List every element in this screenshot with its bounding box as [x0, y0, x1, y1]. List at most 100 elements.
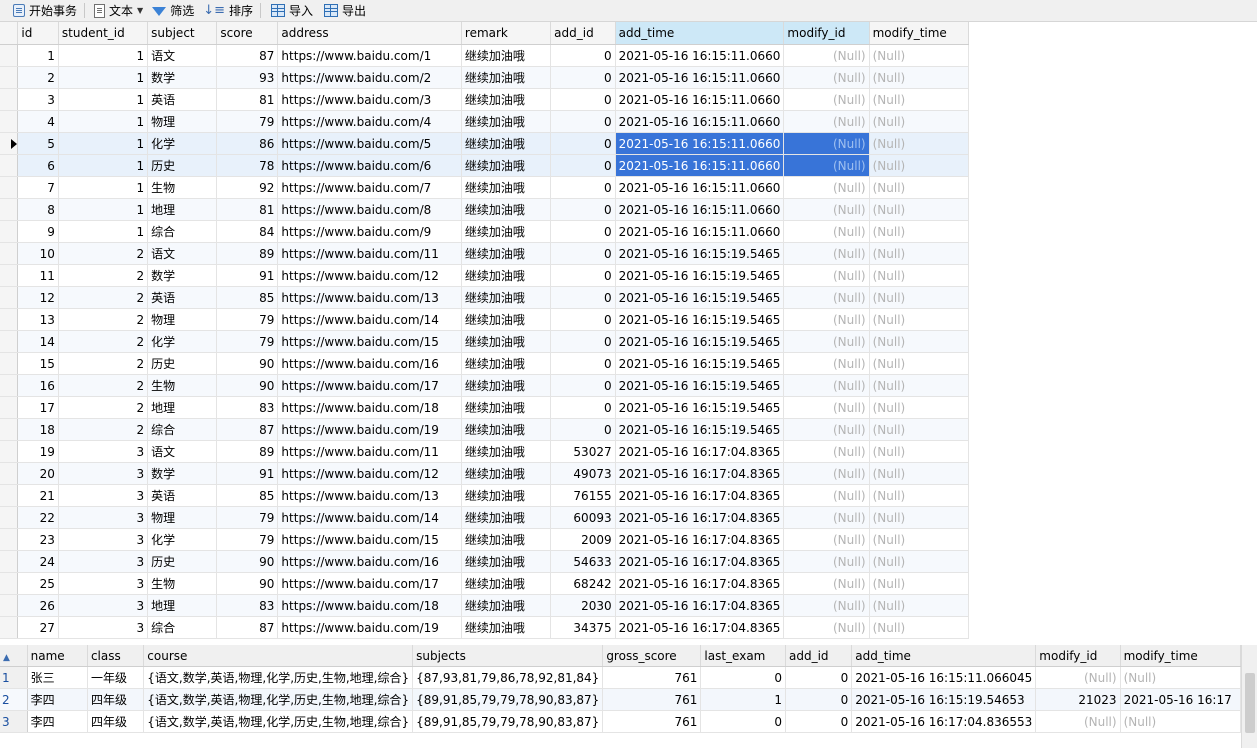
cell-add-id[interactable]: 0: [785, 688, 853, 711]
cell-modify-time[interactable]: (Null): [869, 66, 969, 89]
cell-score[interactable]: 83: [216, 396, 279, 419]
column-header-add-time[interactable]: add_time: [851, 645, 1037, 667]
cell-address[interactable]: https://www.baidu.com/14: [277, 506, 462, 529]
cell-modify-id[interactable]: (Null): [783, 528, 870, 551]
cell-modify-time[interactable]: (Null): [869, 550, 969, 573]
cell-remark[interactable]: 继续加油哦: [461, 374, 552, 397]
cell-modify-id[interactable]: (Null): [783, 242, 870, 265]
cell-remark[interactable]: 继续加油哦: [461, 264, 552, 287]
cell-add-time[interactable]: 2021-05-16 16:15:19.5465: [615, 330, 785, 353]
cell-remark[interactable]: 继续加油哦: [461, 132, 552, 155]
cell-add-time[interactable]: 2021-05-16 16:15:19.54653: [851, 688, 1037, 711]
cell-id[interactable]: 8: [17, 198, 59, 221]
cell-modify-id[interactable]: (Null): [783, 374, 870, 397]
cell-modify-id[interactable]: (Null): [783, 506, 870, 529]
cell-modify-time[interactable]: (Null): [869, 528, 969, 551]
cell-score[interactable]: 89: [216, 440, 279, 463]
cell-modify-time[interactable]: (Null): [869, 132, 969, 155]
cell-add-id[interactable]: 0: [550, 308, 616, 331]
cell-student-id[interactable]: 1: [58, 176, 149, 199]
cell-modify-id[interactable]: (Null): [783, 594, 870, 617]
cell-modify-time[interactable]: (Null): [869, 198, 969, 221]
cell-modify-time[interactable]: (Null): [869, 418, 969, 441]
cell-id[interactable]: 26: [17, 594, 59, 617]
cell-class[interactable]: 四年级: [87, 710, 145, 733]
cell-subject[interactable]: 化学: [147, 330, 218, 353]
cell-remark[interactable]: 继续加油哦: [461, 308, 552, 331]
cell-course[interactable]: {语文,数学,英语,物理,化学,历史,生物,地理,综合}: [143, 688, 414, 711]
row-indicator[interactable]: [0, 176, 19, 199]
cell-remark[interactable]: 继续加油哦: [461, 484, 552, 507]
cell-score[interactable]: 83: [216, 594, 279, 617]
cell-address[interactable]: https://www.baidu.com/18: [277, 594, 462, 617]
cell-id[interactable]: 12: [17, 286, 59, 309]
cell-add-time[interactable]: 2021-05-16 16:17:04.836553: [851, 710, 1037, 733]
cell-modify-id[interactable]: (Null): [783, 264, 870, 287]
cell-subject[interactable]: 物理: [147, 110, 218, 133]
cell-course[interactable]: {语文,数学,英语,物理,化学,历史,生物,地理,综合}: [143, 710, 414, 733]
column-header-course[interactable]: course: [143, 645, 414, 667]
cell-score[interactable]: 79: [216, 110, 279, 133]
cell-address[interactable]: https://www.baidu.com/19: [277, 418, 462, 441]
cell-add-time[interactable]: 2021-05-16 16:15:19.5465: [615, 308, 785, 331]
cell-score[interactable]: 78: [216, 154, 279, 177]
row-indicator[interactable]: [0, 594, 19, 617]
cell-modify-id[interactable]: (Null): [783, 110, 870, 133]
cell-modify-time[interactable]: (Null): [869, 594, 969, 617]
cell-score[interactable]: 85: [216, 286, 279, 309]
cell-subject[interactable]: 综合: [147, 220, 218, 243]
cell-student-id[interactable]: 3: [58, 528, 149, 551]
cell-add-id[interactable]: 0: [550, 374, 616, 397]
cell-address[interactable]: https://www.baidu.com/19: [277, 616, 462, 639]
cell-student-id[interactable]: 3: [58, 550, 149, 573]
cell-add-id[interactable]: 0: [550, 418, 616, 441]
cell-modify-id[interactable]: (Null): [783, 44, 870, 67]
cell-remark[interactable]: 继续加油哦: [461, 528, 552, 551]
row-indicator[interactable]: [0, 308, 19, 331]
cell-add-time[interactable]: 2021-05-16 16:17:04.8365: [615, 594, 785, 617]
table-row[interactable]: 8 1 地理 81 https://www.baidu.com/8 继续加油哦 0 2021-…: [0, 198, 969, 221]
cell-modify-id[interactable]: (Null): [783, 440, 870, 463]
cell-last-exam[interactable]: 1: [700, 688, 786, 711]
cell-modify-time[interactable]: (Null): [869, 286, 969, 309]
table-row[interactable]: 16 2 生物 90 https://www.baidu.com/17 继续加油哦 0 202…: [0, 374, 969, 397]
cell-remark[interactable]: 继续加油哦: [461, 594, 552, 617]
cell-add-time[interactable]: 2021-05-16 16:15:11.0660: [615, 66, 785, 89]
cell-address[interactable]: https://www.baidu.com/6: [277, 154, 462, 177]
cell-id[interactable]: 15: [17, 352, 59, 375]
cell-modify-time[interactable]: 2021-05-16 16:17: [1120, 688, 1241, 711]
cell-modify-id[interactable]: (Null): [783, 198, 870, 221]
column-header-score[interactable]: score: [216, 22, 279, 45]
cell-remark[interactable]: 继续加油哦: [461, 220, 552, 243]
cell-subject[interactable]: 数学: [147, 264, 218, 287]
row-indicator[interactable]: [0, 110, 19, 133]
table-row[interactable]: 3 1 英语 81 https://www.baidu.com/3 继续加油哦 0 2021-…: [0, 88, 969, 111]
cell-address[interactable]: https://www.baidu.com/17: [277, 572, 462, 595]
cell-score[interactable]: 91: [216, 462, 279, 485]
cell-id[interactable]: 21: [17, 484, 59, 507]
cell-subject[interactable]: 地理: [147, 594, 218, 617]
cell-subject[interactable]: 生物: [147, 572, 218, 595]
cell-add-time[interactable]: 2021-05-16 16:17:04.8365: [615, 616, 785, 639]
cell-address[interactable]: https://www.baidu.com/11: [277, 242, 462, 265]
row-indicator[interactable]: [0, 44, 19, 67]
cell-add-time[interactable]: 2021-05-16 16:15:11.066045: [851, 666, 1037, 689]
cell-subject[interactable]: 语文: [147, 242, 218, 265]
table-row[interactable]: 3 李四 四年级 {语文,数学,英语,物理,化学,历史,生物,地理,综合} {89,91…: [0, 710, 1241, 733]
cell-score[interactable]: 91: [216, 264, 279, 287]
cell-id[interactable]: 9: [17, 220, 59, 243]
column-header-id[interactable]: id: [17, 22, 59, 45]
cell-score[interactable]: 79: [216, 506, 279, 529]
cell-subject[interactable]: 物理: [147, 308, 218, 331]
cell-modify-id[interactable]: (Null): [783, 484, 870, 507]
cell-add-time[interactable]: 2021-05-16 16:15:11.0660: [615, 88, 785, 111]
cell-last-exam[interactable]: 0: [700, 666, 786, 689]
cell-remark[interactable]: 继续加油哦: [461, 154, 552, 177]
cell-modify-time[interactable]: (Null): [1120, 666, 1241, 689]
column-header-name[interactable]: name: [27, 645, 88, 667]
cell-modify-id[interactable]: (Null): [783, 286, 870, 309]
cell-id[interactable]: 20: [17, 462, 59, 485]
cell-subjects[interactable]: {89,91,85,79,79,78,90,83,87}: [412, 688, 604, 711]
table-row[interactable]: 21 3 英语 85 https://www.baidu.com/13 继续加油哦 7615…: [0, 484, 969, 507]
table-row[interactable]: 13 2 物理 79 https://www.baidu.com/14 继续加油哦 0 202…: [0, 308, 969, 331]
